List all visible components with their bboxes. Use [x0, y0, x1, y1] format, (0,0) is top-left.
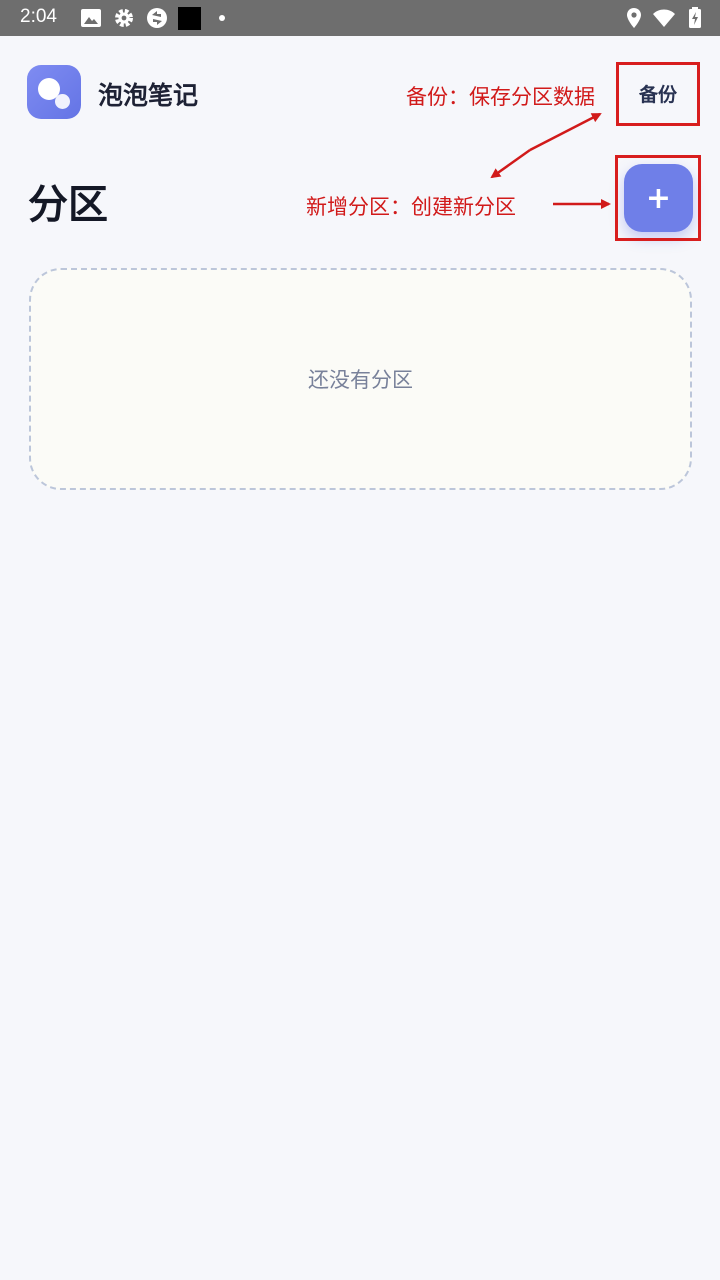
empty-state-text: 还没有分区: [308, 368, 413, 392]
empty-sections-card: 还没有分区: [29, 268, 692, 490]
arrow-to-backup-button: [529, 112, 602, 152]
arrow-to-add-annotation: [490, 148, 531, 179]
annotation-arrows: [490, 112, 611, 209]
